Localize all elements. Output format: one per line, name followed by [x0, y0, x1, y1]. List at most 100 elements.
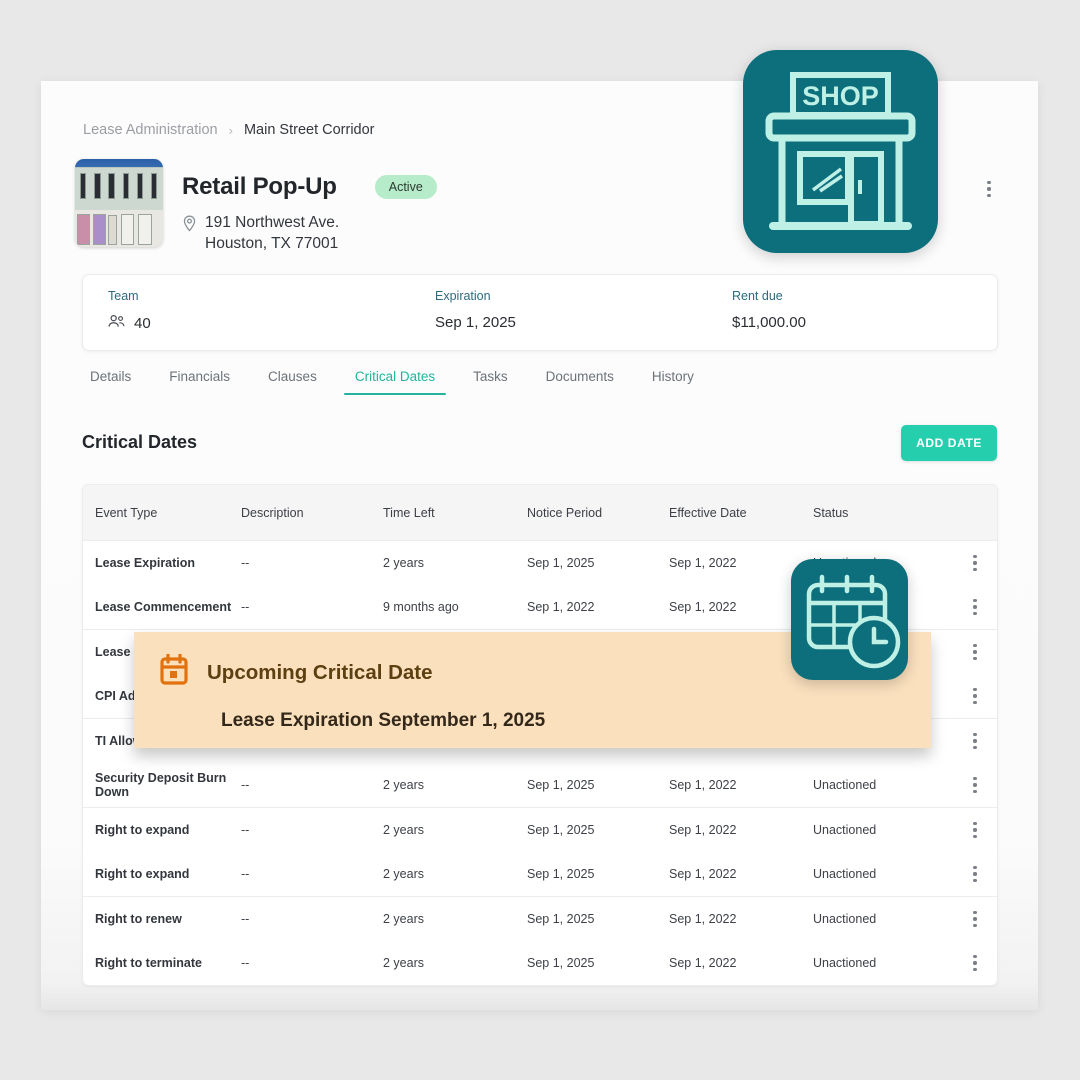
table-header-row: Event Type Description Time Left Notice … — [83, 485, 997, 541]
more-vertical-icon[interactable] — [973, 865, 977, 883]
people-icon — [108, 314, 125, 332]
cell-event-type: Right to renew — [95, 912, 182, 926]
cell-description: -- — [241, 600, 250, 614]
column-header-event-type[interactable]: Event Type — [83, 506, 241, 520]
tab-details[interactable]: Details — [82, 369, 150, 395]
cell-time-left: 2 years — [383, 823, 424, 837]
table-row[interactable]: Right to renew -- 2 years Sep 1, 2025 Sep 1,… — [83, 897, 997, 941]
stat-value: Sep 1, 2025 — [435, 314, 516, 331]
tab-clauses[interactable]: Clauses — [249, 369, 336, 395]
cell-time-left: 2 years — [383, 912, 424, 926]
stat-value: $11,000.00 — [732, 314, 806, 331]
cell-status: Unactioned — [813, 778, 877, 792]
tab-critical-dates[interactable]: Critical Dates — [336, 369, 454, 395]
tab-financials[interactable]: Financials — [150, 369, 249, 395]
address-line-1: 191 Northwest Ave. — [205, 214, 340, 231]
row-more-menu-button[interactable] — [953, 554, 997, 572]
column-header-effective-date[interactable]: Effective Date — [669, 506, 813, 520]
cell-time-left: 2 years — [383, 956, 424, 970]
more-vertical-icon[interactable] — [973, 598, 977, 616]
cell-effective-date: Sep 1, 2022 — [669, 778, 737, 792]
cell-description: -- — [241, 556, 250, 570]
cell-status: Unactioned — [813, 912, 877, 926]
cell-effective-date: Sep 1, 2022 — [669, 912, 737, 926]
cell-event-type: Lease Commencement — [95, 600, 232, 614]
more-vertical-icon[interactable] — [973, 821, 977, 839]
stat-expiration: Expiration Sep 1, 2025 — [410, 289, 707, 350]
more-vertical-icon[interactable] — [973, 643, 977, 661]
column-header-status[interactable]: Status — [813, 506, 953, 520]
cell-event-type: Lease Expiration — [95, 556, 196, 570]
map-pin-icon — [182, 215, 197, 237]
cell-notice-period: Sep 1, 2025 — [527, 912, 595, 926]
stat-label: Expiration — [435, 289, 491, 303]
table-row[interactable]: Right to expand -- 2 years Sep 1, 2025 Sep 1… — [83, 808, 997, 852]
row-more-menu-button[interactable] — [953, 910, 997, 928]
breadcrumb-current[interactable]: Main Street Corridor — [244, 122, 375, 138]
property-thumbnail — [75, 159, 163, 247]
more-vertical-icon[interactable] — [987, 181, 991, 198]
cell-notice-period: Sep 1, 2025 — [527, 867, 595, 881]
stat-value: 40 — [134, 314, 151, 332]
lease-summary-card: Team 40 Expiration Sep 1, 2025 Rent due … — [82, 274, 998, 351]
svg-text:SHOP: SHOP — [802, 81, 879, 111]
stat-label: Team — [108, 289, 139, 303]
cell-time-left: 2 years — [383, 556, 424, 570]
column-header-time-left[interactable]: Time Left — [383, 506, 527, 520]
address-line-2: Houston, TX 77001 — [205, 235, 339, 253]
cell-description: -- — [241, 778, 250, 792]
stat-rent-due: Rent due $11,000.00 — [707, 289, 806, 350]
row-more-menu-button[interactable] — [953, 865, 997, 883]
row-more-menu-button[interactable] — [953, 687, 997, 705]
cell-event-type: Security Deposit Burn Down — [95, 771, 227, 799]
column-header-notice-period[interactable]: Notice Period — [527, 506, 669, 520]
more-vertical-icon[interactable] — [973, 554, 977, 572]
tab-tasks[interactable]: Tasks — [454, 369, 527, 395]
more-vertical-icon[interactable] — [973, 732, 977, 750]
more-vertical-icon[interactable] — [973, 687, 977, 705]
cell-effective-date: Sep 1, 2022 — [669, 956, 737, 970]
row-more-menu-button[interactable] — [953, 821, 997, 839]
cell-status: Unactioned — [813, 867, 877, 881]
cell-time-left: 9 months ago — [383, 600, 459, 614]
table-row-group: Right to renew -- 2 years Sep 1, 2025 Sep 1,… — [83, 897, 997, 985]
stat-team: Team 40 — [83, 289, 410, 350]
callout-subtitle: Lease Expiration September 1, 2025 — [221, 710, 546, 731]
cell-effective-date: Sep 1, 2022 — [669, 823, 737, 837]
status-badge: Active — [374, 174, 437, 200]
row-more-menu-button[interactable] — [953, 776, 997, 794]
page-title: Retail Pop-Up — [182, 173, 337, 200]
cell-description: -- — [241, 912, 250, 926]
tab-history[interactable]: History — [633, 369, 713, 395]
cell-description: -- — [241, 823, 250, 837]
breadcrumb-root-link[interactable]: Lease Administration — [83, 122, 218, 138]
column-header-description[interactable]: Description — [241, 506, 383, 520]
add-date-button[interactable]: ADD DATE — [901, 425, 997, 461]
table-row[interactable]: Security Deposit Burn Down -- 2 years Sep 1… — [83, 763, 997, 807]
calendar-clock-badge — [791, 559, 908, 680]
table-row[interactable]: Right to terminate -- 2 years Sep 1, 2025 Se… — [83, 941, 997, 985]
breadcrumb-separator-icon: › — [228, 122, 233, 138]
cell-notice-period: Sep 1, 2025 — [527, 956, 595, 970]
section-title: Critical Dates — [82, 432, 198, 452]
more-vertical-icon[interactable] — [973, 910, 977, 928]
cell-event-type: Right to expand — [95, 867, 190, 881]
property-more-menu-button[interactable] — [987, 181, 991, 198]
row-more-menu-button[interactable] — [953, 643, 997, 661]
property-header: Retail Pop-Up Active 191 Northwest Ave. … — [75, 159, 437, 255]
tab-documents[interactable]: Documents — [527, 369, 633, 395]
more-vertical-icon[interactable] — [973, 954, 977, 972]
stat-label: Rent due — [732, 289, 783, 303]
callout-title: Upcoming Critical Date — [207, 660, 433, 684]
cell-time-left: 2 years — [383, 778, 424, 792]
cell-description: -- — [241, 956, 250, 970]
row-more-menu-button[interactable] — [953, 954, 997, 972]
cell-notice-period: Sep 1, 2025 — [527, 823, 595, 837]
row-more-menu-button[interactable] — [953, 732, 997, 750]
more-vertical-icon[interactable] — [973, 776, 977, 794]
row-more-menu-button[interactable] — [953, 598, 997, 616]
cell-event-type: Right to terminate — [95, 956, 202, 970]
table-row-group: Right to expand -- 2 years Sep 1, 2025 Sep 1… — [83, 808, 997, 897]
cell-notice-period: Sep 1, 2025 — [527, 778, 595, 792]
table-row[interactable]: Right to expand -- 2 years Sep 1, 2025 Sep 1… — [83, 852, 997, 896]
